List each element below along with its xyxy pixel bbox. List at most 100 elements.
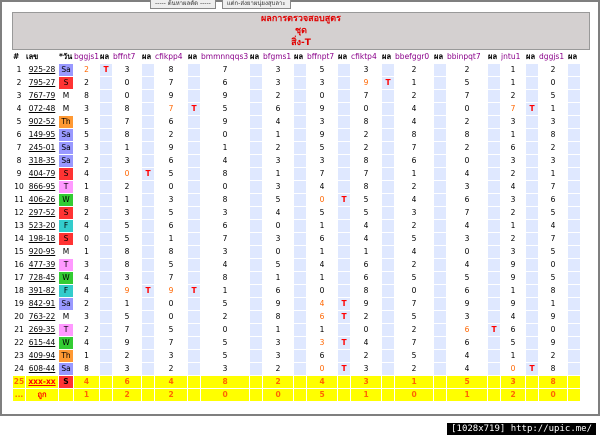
digit-value: 0 (124, 169, 130, 178)
digit-value: 7 (411, 338, 417, 347)
lottery-number-link[interactable]: 902-52 (26, 116, 58, 128)
result-mark (250, 220, 263, 232)
digit-value: 5 (550, 273, 556, 282)
digit-value: 1 (363, 247, 369, 256)
digit-value: 1 (550, 104, 556, 113)
result-mark (568, 220, 581, 232)
digit-value: 0 (222, 325, 228, 334)
result-mark (250, 350, 263, 362)
digit-value: 3 (319, 338, 325, 347)
result-mark (100, 155, 113, 167)
digit-value: 9 (222, 117, 228, 126)
digit-value: 7 (124, 117, 130, 126)
column-header: ผล (142, 52, 152, 61)
digit-value: 9 (510, 260, 516, 269)
result-mark (142, 259, 155, 271)
lottery-number-link[interactable]: 406-26 (26, 194, 58, 206)
lottery-number-link[interactable]: 728-45 (26, 272, 58, 284)
result-mark (382, 155, 395, 167)
lottery-number-link[interactable]: 925-28 (26, 64, 58, 76)
digit-value: 1 (411, 78, 417, 87)
result-mark (338, 155, 351, 167)
digit-value: 9 (319, 104, 325, 113)
result-mark (294, 259, 307, 271)
digit-value: 0 (411, 286, 417, 295)
lottery-number-link[interactable]: 198-18 (26, 233, 58, 245)
digit-value: 1 (550, 299, 556, 308)
row-index: 19 (14, 299, 24, 308)
digit-value: 6 (464, 195, 470, 204)
result-mark (294, 77, 307, 89)
digit-value: 5 (124, 312, 130, 321)
table-row: 18 391-82 F 4 9 T 9 T 1 6 0 8 0 6 1 8 (13, 285, 581, 297)
result-mark (294, 376, 307, 388)
result-mark (526, 376, 539, 388)
digit-value: 3 (168, 195, 174, 204)
result-mark (294, 116, 307, 128)
lottery-number-link[interactable]: 920-95 (26, 246, 58, 258)
lottery-number-link[interactable]: 523-20 (26, 220, 58, 232)
lottery-number-link[interactable]: 269-35 (26, 324, 58, 336)
digit-value: 9 (168, 286, 174, 295)
lottery-number-link[interactable]: 404-79 (26, 168, 58, 180)
digit-value: 1 (319, 221, 325, 230)
digit-value: 8 (222, 195, 228, 204)
lottery-number-link[interactable]: 318-35 (26, 155, 58, 167)
result-mark (526, 181, 539, 193)
result-mark (188, 363, 201, 375)
settings-button[interactable]: แต่ก-ส่งยาผนุ่ยงสุบลาะ (221, 0, 291, 9)
lottery-number-link[interactable]: 608-44 (26, 363, 58, 375)
digit-value: 4 (464, 221, 470, 230)
result-mark (188, 298, 201, 310)
result-mark (488, 285, 501, 297)
result-mark (250, 90, 263, 102)
digit-value: 1 (319, 273, 325, 282)
digit-value: 6 (363, 273, 369, 282)
lottery-number-link[interactable]: 149-95 (26, 129, 58, 141)
digit-value: 3 (351, 376, 382, 388)
result-mark (250, 324, 263, 336)
digit-value: 9 (510, 273, 516, 282)
digit-value: 2 (363, 351, 369, 360)
digit-value: 1 (222, 143, 228, 152)
lottery-number-link[interactable]: 297-52 (26, 207, 58, 219)
lottery-number-link[interactable]: 477-39 (26, 259, 58, 271)
result-mark (434, 233, 447, 245)
lottery-number-link[interactable]: 615-44 (26, 337, 58, 349)
lottery-number-link[interactable]: 866-95 (26, 181, 58, 193)
digit-value: 8 (124, 260, 130, 269)
result-mark (188, 324, 201, 336)
digit-value: 5 (550, 247, 556, 256)
hit-count: 2 (155, 389, 188, 401)
digit-value: 4 (411, 117, 417, 126)
digit-value: 2 (275, 91, 281, 100)
result-mark: T (338, 363, 351, 375)
lottery-number-link[interactable]: 842-91 (26, 298, 58, 310)
digit-value: 4 (222, 260, 228, 269)
weekday-badge: Sa (59, 129, 73, 141)
result-mark (382, 233, 395, 245)
row-index: ... (13, 389, 25, 401)
digit-value: 2 (411, 91, 417, 100)
target-number-link[interactable]: xxx-xx (26, 376, 58, 388)
row-index: 5 (16, 117, 22, 126)
lottery-number-link[interactable]: 072-48 (26, 103, 58, 115)
digit-value: 2 (510, 91, 516, 100)
column-header: ผล (188, 52, 198, 61)
lottery-number-link[interactable]: 763-22 (26, 311, 58, 323)
result-mark (250, 259, 263, 271)
lottery-number-link[interactable]: 245-01 (26, 142, 58, 154)
result-mark (434, 246, 447, 258)
lottery-number-link[interactable]: 391-82 (26, 285, 58, 297)
lottery-number-link[interactable]: 409-94 (26, 350, 58, 362)
search-button[interactable]: ----- ต้นหาผลตัด ----- (150, 0, 216, 9)
digit-value: 6 (363, 260, 369, 269)
digit-value: 1 (84, 182, 89, 191)
result-mark (488, 220, 501, 232)
result-mark (488, 142, 501, 154)
lottery-number-link[interactable]: 795-27 (26, 77, 58, 89)
row-index: 6 (16, 130, 22, 139)
lottery-number-link[interactable]: 767-79 (26, 90, 58, 102)
digit-value: 8 (363, 156, 369, 165)
digit-value: 0 (319, 286, 325, 295)
